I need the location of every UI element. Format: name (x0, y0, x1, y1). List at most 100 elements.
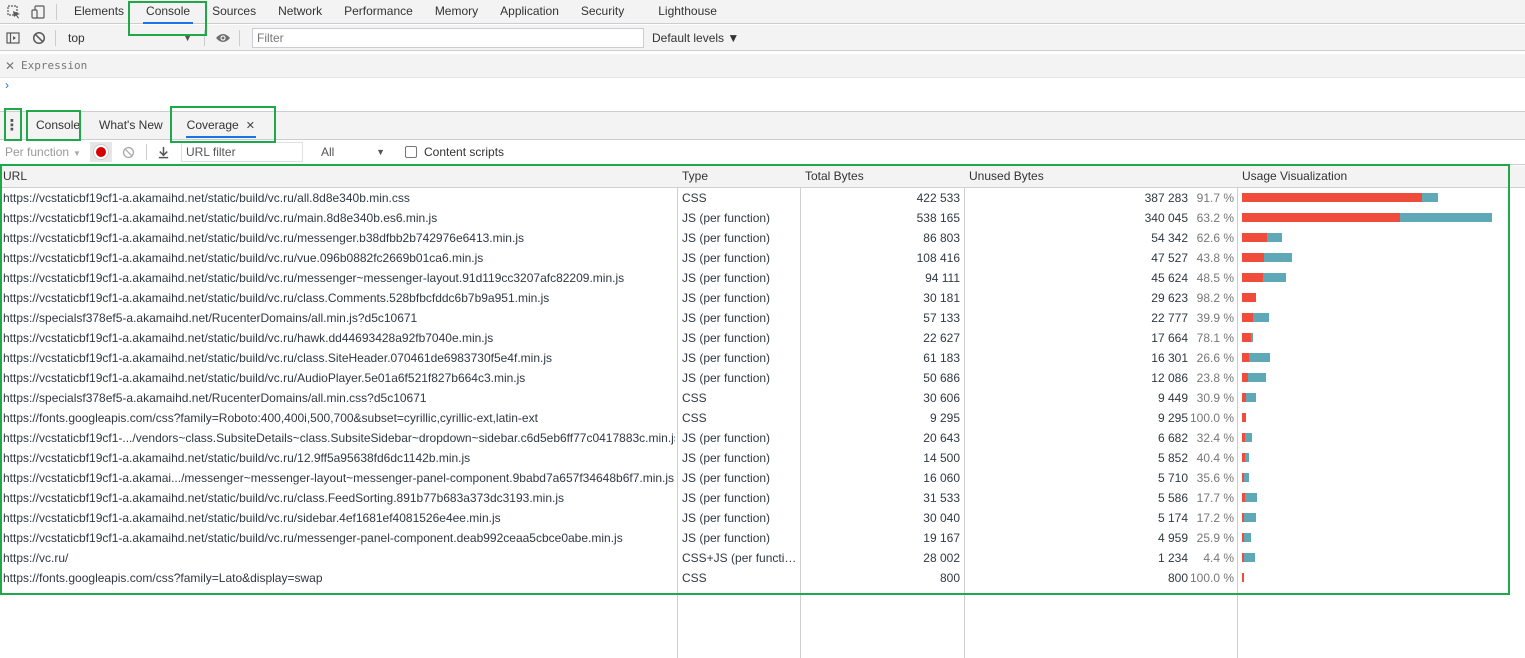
column-header-type[interactable]: Type (679, 166, 708, 187)
log-levels-dropdown[interactable]: Default levels ▼ (652, 31, 739, 45)
tab-lighthouse[interactable]: Lighthouse (647, 0, 728, 24)
row-url: https://vcstaticbf19cf1-a.akamaihd.net/s… (3, 191, 410, 205)
drawer-tab-whats-new[interactable]: What's New (92, 112, 170, 139)
console-prompt[interactable]: › (5, 78, 9, 92)
content-scripts-label[interactable]: Content scripts (424, 145, 504, 159)
table-row[interactable]: https://vcstaticbf19cf1-a.akamaihd.net/s… (0, 528, 1525, 548)
column-header-unused-bytes[interactable]: Unused Bytes (966, 166, 1044, 187)
device-toolbar-icon[interactable] (30, 4, 46, 20)
table-row[interactable]: https://specialsf378ef5-a.akamaihd.net/R… (0, 308, 1525, 328)
table-row[interactable]: https://vcstaticbf19cf1-a.akamaihd.net/s… (0, 368, 1525, 388)
used-bytes-bar (1244, 553, 1255, 562)
unused-bytes-bar (1242, 273, 1263, 282)
used-bytes-bar (1246, 393, 1256, 402)
table-row[interactable]: https://vcstaticbf19cf1-a.akamai.../mess… (0, 468, 1525, 488)
table-row[interactable]: https://vcstaticbf19cf1-a.akamaihd.net/s… (0, 508, 1525, 528)
table-row[interactable]: https://specialsf378ef5-a.akamaihd.net/R… (0, 388, 1525, 408)
row-url: https://vcstaticbf19cf1-a.akamaihd.net/s… (3, 451, 471, 465)
devtools-main-tab-strip: Elements Console Sources Network Perform… (0, 0, 1525, 24)
row-url: https://vcstaticbf19cf1-a.akamaihd.net/s… (3, 371, 526, 385)
content-scripts-checkbox[interactable] (405, 146, 417, 158)
row-unused-percent: 48.5 % (1196, 271, 1234, 285)
tab-sources[interactable]: Sources (201, 0, 267, 24)
row-total-bytes: 94 111 (925, 271, 960, 285)
row-total-bytes: 30 606 (923, 391, 960, 405)
drawer-tab-console[interactable]: Console (29, 112, 87, 139)
row-unused-percent: 17.2 % (1196, 511, 1234, 525)
tab-performance[interactable]: Performance (333, 0, 424, 24)
row-usage-bar (1242, 528, 1522, 548)
table-row[interactable]: https://vcstaticbf19cf1-a.akamaihd.net/s… (0, 448, 1525, 468)
clear-console-icon[interactable] (31, 30, 47, 46)
table-row[interactable]: https://vcstaticbf19cf1-a.akamaihd.net/s… (0, 188, 1525, 208)
coverage-type-select[interactable]: Per function ▼ (0, 145, 86, 159)
row-unused-bytes: 16 301 (1151, 351, 1188, 365)
type-filter-select[interactable]: All ▼ (317, 142, 389, 162)
row-type: JS (per function) (682, 511, 771, 525)
row-type: JS (per function) (682, 531, 771, 545)
row-unused-bytes: 4 959 (1157, 531, 1188, 545)
coverage-mode-value: Per function (5, 145, 70, 159)
table-row[interactable]: https://vcstaticbf19cf1-a.akamaihd.net/s… (0, 288, 1525, 308)
toolbar-divider (55, 29, 56, 46)
coverage-toolbar: Per function▼ All ▼ Content scripts (0, 140, 1525, 165)
download-icon (158, 146, 168, 158)
unused-bytes-bar (1242, 213, 1400, 222)
more-tools-kebab-icon[interactable]: ⋮ (4, 112, 20, 139)
table-body: https://vcstaticbf19cf1-a.akamaihd.net/s… (0, 188, 1525, 588)
table-row[interactable]: https://vc.ru/CSS+JS (per functio… 28 002… (0, 548, 1525, 568)
row-unused-percent: 100.0 % (1190, 571, 1234, 585)
javascript-context-select[interactable]: top ▼ (62, 28, 198, 48)
table-row[interactable]: https://fonts.googleapis.com/css?family=… (0, 408, 1525, 428)
tab-console[interactable]: Console (135, 0, 201, 24)
tab-elements[interactable]: Elements (63, 0, 135, 24)
row-url: https://specialsf378ef5-a.akamaihd.net/R… (3, 391, 427, 405)
table-row[interactable]: https://vcstaticbf19cf1-a.akamaihd.net/s… (0, 208, 1525, 228)
table-row[interactable]: https://vcstaticbf19cf1-a.akamaihd.net/s… (0, 268, 1525, 288)
used-bytes-bar (1248, 373, 1266, 382)
table-row[interactable]: https://vcstaticbf19cf1-a.akamaihd.net/s… (0, 328, 1525, 348)
row-usage-bar (1242, 208, 1522, 228)
row-total-bytes: 9 295 (929, 411, 960, 425)
drawer-tab-coverage[interactable]: Coverage ✕ (180, 112, 262, 139)
column-header-url[interactable]: URL (0, 166, 27, 187)
unused-bytes-bar (1242, 333, 1251, 342)
unused-bytes-bar (1242, 413, 1246, 422)
row-type: JS (per function) (682, 271, 771, 285)
tab-security[interactable]: Security (570, 0, 635, 24)
table-row[interactable]: https://vcstaticbf19cf1-a.akamaihd.net/s… (0, 348, 1525, 368)
show-sidebar-icon[interactable] (5, 30, 21, 46)
url-filter-input[interactable] (181, 142, 303, 162)
close-icon[interactable]: ✕ (246, 120, 255, 132)
inspect-element-icon[interactable] (6, 4, 22, 20)
eye-icon[interactable] (215, 30, 231, 46)
tab-memory[interactable]: Memory (424, 0, 489, 24)
record-button[interactable] (90, 142, 112, 162)
row-unused-percent: 26.6 % (1196, 351, 1234, 365)
table-row[interactable]: https://vcstaticbf19cf1-.../vendors~clas… (0, 428, 1525, 448)
used-bytes-bar (1263, 273, 1286, 282)
row-unused-percent: 78.1 % (1196, 331, 1234, 345)
column-header-total-bytes[interactable]: Total Bytes (802, 166, 864, 187)
row-usage-bar (1242, 428, 1522, 448)
record-icon (94, 145, 108, 159)
table-row[interactable]: https://vcstaticbf19cf1-a.akamaihd.net/s… (0, 248, 1525, 268)
table-row[interactable]: https://vcstaticbf19cf1-a.akamaihd.net/s… (0, 488, 1525, 508)
console-filter-input[interactable] (252, 27, 644, 48)
row-unused-bytes: 12 086 (1151, 371, 1188, 385)
table-row[interactable]: https://fonts.googleapis.com/css?family=… (0, 568, 1525, 588)
row-total-bytes: 86 803 (923, 231, 960, 245)
clear-coverage-button[interactable] (118, 142, 138, 162)
close-icon[interactable]: ✕ (5, 59, 21, 73)
row-url: https://fonts.googleapis.com/css?family=… (3, 571, 323, 585)
tab-network[interactable]: Network (267, 0, 333, 24)
tab-application[interactable]: Application (489, 0, 570, 24)
export-coverage-button[interactable] (153, 142, 173, 162)
used-bytes-bar (1264, 253, 1292, 262)
row-total-bytes: 108 416 (916, 251, 960, 265)
column-header-usage-visualization[interactable]: Usage Visualization (1239, 166, 1347, 187)
row-unused-percent: 17.7 % (1196, 491, 1234, 505)
row-type: JS (per function) (682, 471, 771, 485)
table-row[interactable]: https://vcstaticbf19cf1-a.akamaihd.net/s… (0, 228, 1525, 248)
live-expression-label[interactable]: Expression (21, 59, 87, 72)
